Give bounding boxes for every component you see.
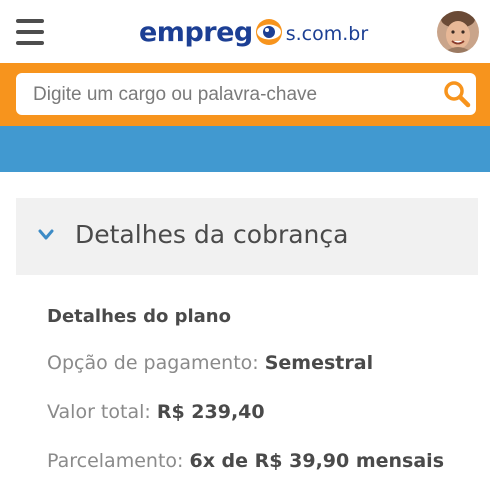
payment-option-row: Opção de pagamento: Semestral	[47, 352, 373, 374]
blue-banner	[0, 126, 490, 172]
avatar-face-icon	[437, 11, 479, 53]
installments-row: Parcelamento: 6x de R$ 39,90 mensais	[47, 450, 444, 472]
total-value-label: Valor total:	[47, 401, 151, 423]
hamburger-menu-icon[interactable]	[16, 19, 44, 45]
search-input[interactable]	[31, 73, 435, 117]
payment-option-value: Semestral	[264, 352, 374, 374]
installments-label: Parcelamento:	[47, 450, 184, 472]
site-logo[interactable]: empreg s.com.br	[139, 12, 368, 52]
total-value-amount: R$ 239,40	[156, 401, 265, 423]
top-header: empreg s.com.br	[0, 0, 490, 63]
plan-details-heading: Detalhes do plano	[47, 306, 231, 327]
billing-details-accordion[interactable]: Detalhes da cobrança	[16, 198, 478, 275]
total-value-row: Valor total: R$ 239,40	[47, 401, 265, 423]
payment-option-label: Opção de pagamento:	[47, 352, 259, 374]
billing-section-title: Detalhes da cobrança	[75, 220, 349, 249]
logo-brand-text: empreg	[139, 16, 253, 48]
chevron-down-icon	[38, 229, 54, 240]
logo-domain-text: s.com.br	[285, 23, 369, 45]
logo-eye-icon	[255, 19, 282, 45]
search-box	[16, 73, 476, 117]
user-avatar[interactable]	[437, 11, 479, 53]
search-icon[interactable]	[443, 80, 471, 108]
installments-value: 6x de R$ 39,90 mensais	[189, 450, 445, 472]
